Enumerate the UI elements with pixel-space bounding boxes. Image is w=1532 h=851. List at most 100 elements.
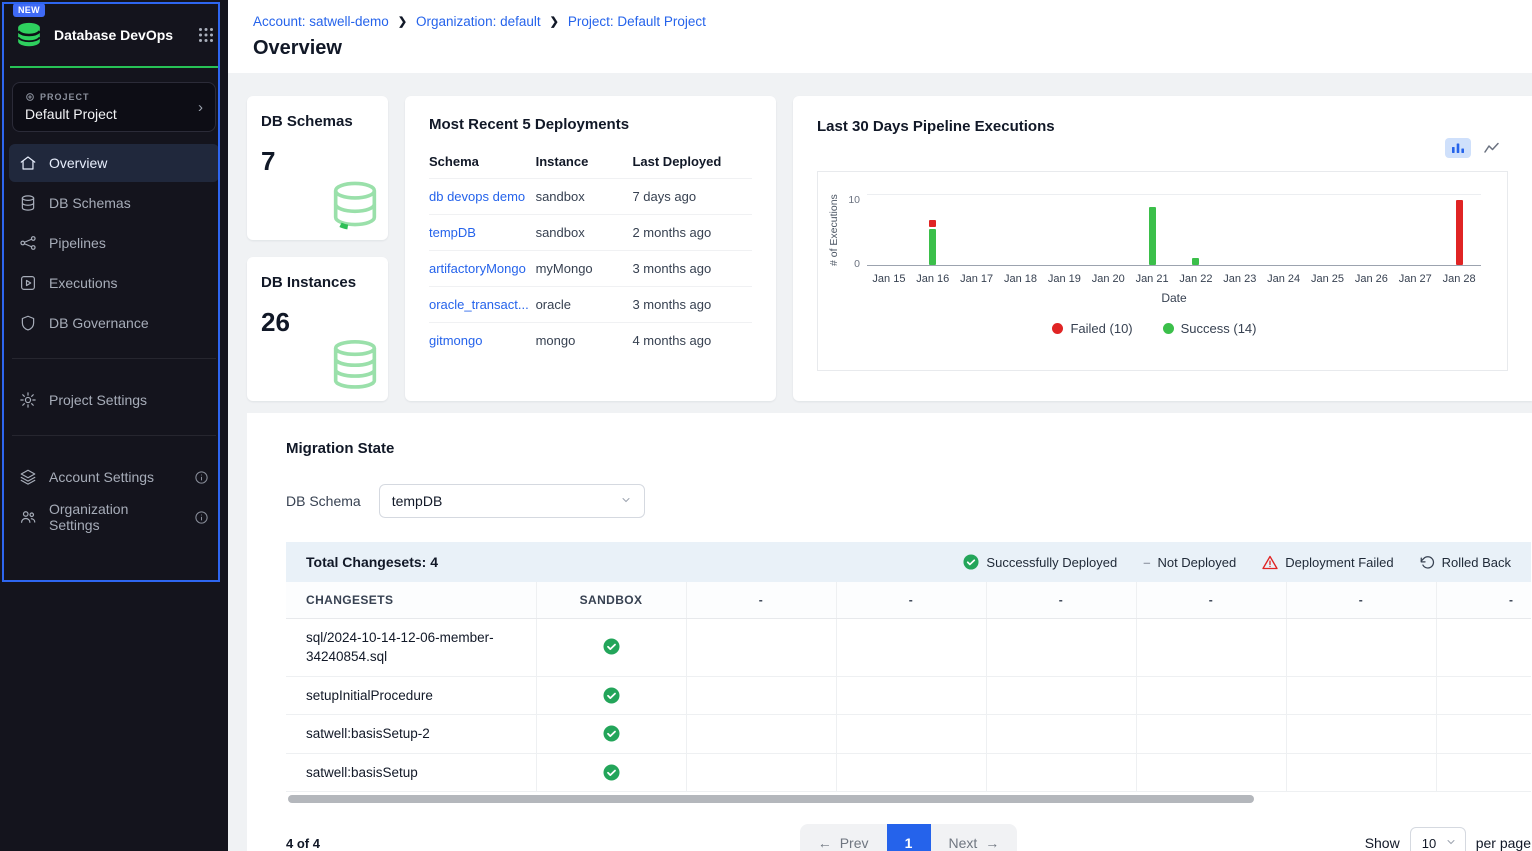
sidebar-item-project-settings[interactable]: Project Settings bbox=[9, 381, 219, 419]
prev-page-button[interactable]: ← Prev bbox=[800, 824, 887, 851]
result-count: 4 of 4 bbox=[286, 836, 506, 851]
content: DB Schemas 7 DB Instances 26 Most Recent… bbox=[228, 73, 1532, 851]
changeset-row: setupInitialProcedure bbox=[286, 676, 1531, 715]
per-page-select[interactable]: 10 bbox=[1410, 827, 1466, 851]
page-title: Overview bbox=[253, 37, 1508, 60]
legend-rolled-back: Rolled Back bbox=[1420, 555, 1511, 570]
col-header-sandbox: SANDBOX bbox=[536, 582, 686, 618]
legend-failed[interactable]: Failed (10) bbox=[1052, 321, 1132, 336]
breadcrumb-project[interactable]: Project: Default Project bbox=[568, 14, 706, 29]
schema-link[interactable]: artifactoryMongo bbox=[429, 261, 526, 276]
bar-chart-toggle[interactable] bbox=[1445, 138, 1471, 158]
success-icon bbox=[603, 638, 620, 655]
sidebar-item-overview[interactable]: Overview bbox=[9, 144, 219, 182]
page-number-button[interactable]: 1 bbox=[887, 824, 931, 851]
sidebar: NEW Database DevOps PRO bbox=[0, 0, 228, 851]
failed-bar bbox=[929, 220, 936, 227]
legend-success[interactable]: Success (14) bbox=[1163, 321, 1257, 336]
db-schemas-count: 7 bbox=[261, 146, 374, 177]
project-selector[interactable]: PROJECT Default Project › bbox=[12, 82, 216, 132]
breadcrumb-separator-icon: ❯ bbox=[398, 15, 407, 28]
sidebar-nav: Overview DB Schemas Pipelines Executions… bbox=[0, 138, 228, 342]
info-icon[interactable] bbox=[194, 510, 209, 525]
chart-bar-group bbox=[1130, 194, 1174, 265]
arrow-right-icon: → bbox=[985, 835, 999, 851]
apps-grid-icon[interactable] bbox=[198, 27, 214, 43]
per-page-value: 10 bbox=[1422, 836, 1436, 851]
sidebar-item-label: Account Settings bbox=[49, 469, 154, 485]
success-bar bbox=[929, 229, 936, 265]
sidebar-item-label: DB Governance bbox=[49, 315, 149, 331]
x-tick-label: Jan 16 bbox=[911, 273, 955, 285]
next-label: Next bbox=[949, 835, 978, 851]
chart-bar-group bbox=[1218, 194, 1262, 265]
pipeline-icon bbox=[19, 234, 37, 252]
status-legend: Successfully Deployed – Not Deployed Dep… bbox=[963, 554, 1511, 570]
y-axis-label: # of Executions bbox=[828, 190, 841, 270]
breadcrumb-organization[interactable]: Organization: default bbox=[416, 14, 541, 29]
last-deployed-cell: 3 months ago bbox=[632, 287, 752, 323]
sidebar-item-executions[interactable]: Executions bbox=[9, 264, 219, 302]
sidebar-item-db-governance[interactable]: DB Governance bbox=[9, 304, 219, 342]
play-box-icon bbox=[19, 274, 37, 292]
col-header-empty: - bbox=[686, 582, 836, 618]
legend-deployment-failed: Deployment Failed bbox=[1262, 555, 1393, 570]
chart-bar-group bbox=[1174, 194, 1218, 265]
instance-cell: oracle bbox=[536, 287, 633, 323]
chart-bar-group bbox=[867, 194, 911, 265]
db-schema-select[interactable]: tempDB bbox=[379, 484, 645, 518]
legend-label: Rolled Back bbox=[1442, 555, 1511, 570]
changeset-name: sql/2024-10-14-12-06-member-34240854.sql bbox=[286, 618, 536, 676]
x-tick-label: Jan 15 bbox=[867, 273, 911, 285]
db-schema-value: tempDB bbox=[392, 493, 443, 509]
x-tick-label: Jan 17 bbox=[955, 273, 999, 285]
instance-cell: mongo bbox=[536, 323, 633, 359]
last-deployed-cell: 3 months ago bbox=[632, 251, 752, 287]
db-instances-icon bbox=[324, 336, 386, 399]
col-header-schema: Schema bbox=[429, 145, 536, 179]
app-logo-icon bbox=[14, 20, 44, 50]
card-title: Most Recent 5 Deployments bbox=[429, 116, 752, 133]
legend-successfully-deployed: Successfully Deployed bbox=[963, 554, 1117, 570]
pipeline-executions-card: Last 30 Days Pipeline Executions # of Ex… bbox=[793, 96, 1532, 401]
schema-link[interactable]: tempDB bbox=[429, 225, 476, 240]
db-instances-count: 26 bbox=[261, 307, 374, 338]
stat-title: DB Schemas bbox=[261, 113, 374, 130]
breadcrumb: Account: satwell-demo ❯ Organization: de… bbox=[253, 14, 1508, 29]
last-deployed-cell: 2 months ago bbox=[632, 215, 752, 251]
schema-link[interactable]: db devops demo bbox=[429, 189, 525, 204]
line-chart-toggle[interactable] bbox=[1478, 138, 1504, 158]
schema-link[interactable]: oracle_transact... bbox=[429, 297, 529, 312]
migration-state-panel: Migration State DB Schema tempDB Total C… bbox=[247, 413, 1532, 851]
success-dot-icon bbox=[1163, 323, 1174, 334]
pagination: 4 of 4 ← Prev 1 Next → bbox=[286, 823, 1531, 851]
table-row: artifactoryMongo myMongo 3 months ago bbox=[429, 251, 752, 287]
sidebar-item-organization-settings[interactable]: Organization Settings bbox=[9, 498, 219, 536]
sidebar-item-db-schemas[interactable]: DB Schemas bbox=[9, 184, 219, 222]
sidebar-divider bbox=[12, 435, 216, 436]
db-schema-label: DB Schema bbox=[286, 493, 361, 509]
sidebar-item-pipelines[interactable]: Pipelines bbox=[9, 224, 219, 262]
sidebar-nav-tertiary: Account Settings Organization Settings bbox=[0, 452, 228, 536]
instance-cell: sandbox bbox=[536, 179, 633, 215]
legend-label: Success (14) bbox=[1181, 321, 1257, 336]
table-row: oracle_transact... oracle 3 months ago bbox=[429, 287, 752, 323]
info-icon[interactable] bbox=[194, 470, 209, 485]
scrollbar-thumb[interactable] bbox=[288, 795, 1254, 803]
legend-not-deployed: – Not Deployed bbox=[1143, 555, 1236, 570]
project-name: Default Project bbox=[25, 106, 198, 122]
next-page-button[interactable]: Next → bbox=[931, 824, 1018, 851]
x-tick-label: Jan 21 bbox=[1130, 273, 1174, 285]
per-page-label: per page bbox=[1476, 835, 1531, 851]
chart-type-toggles bbox=[1445, 138, 1504, 158]
sidebar-item-account-settings[interactable]: Account Settings bbox=[9, 458, 219, 496]
chart-bar-group bbox=[999, 194, 1043, 265]
schema-link[interactable]: gitmongo bbox=[429, 333, 482, 348]
breadcrumb-account[interactable]: Account: satwell-demo bbox=[253, 14, 389, 29]
main-area: Account: satwell-demo ❯ Organization: de… bbox=[228, 0, 1532, 851]
x-tick-label: Jan 25 bbox=[1306, 273, 1350, 285]
last-deployed-cell: 7 days ago bbox=[632, 179, 752, 215]
chart-bar-group bbox=[1437, 194, 1481, 265]
success-bar bbox=[1149, 207, 1156, 265]
layers-icon bbox=[19, 468, 37, 486]
